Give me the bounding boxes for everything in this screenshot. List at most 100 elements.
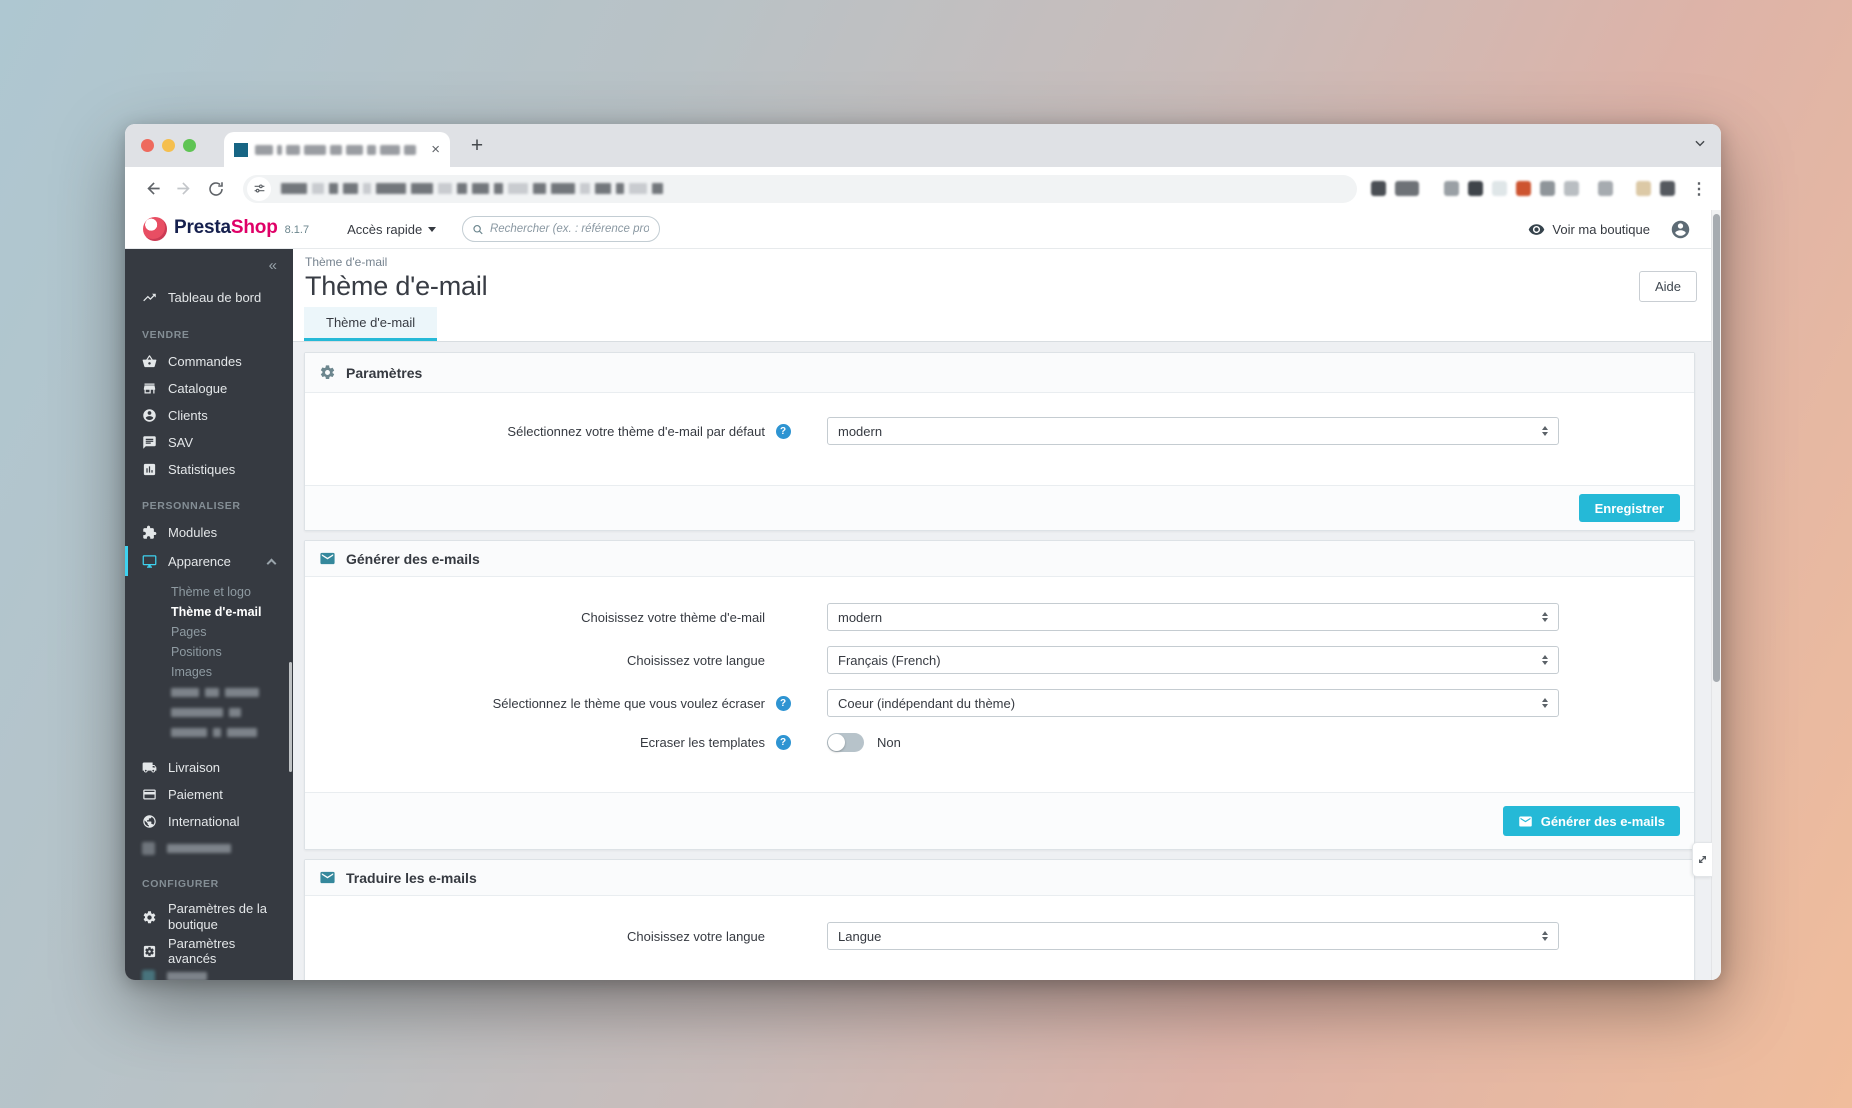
sidebar-item-appearance[interactable]: Apparence bbox=[125, 546, 293, 576]
url-bar[interactable] bbox=[243, 174, 1357, 203]
forward-icon[interactable] bbox=[171, 176, 197, 202]
close-window-button[interactable] bbox=[141, 139, 154, 152]
quick-access-label: Accès rapide bbox=[347, 221, 423, 237]
browser-window: × + ⋮ PrestaShop 8.1.7 Accès rapide Rech… bbox=[125, 124, 1721, 980]
puzzle-icon bbox=[143, 525, 157, 539]
gear-icon bbox=[320, 365, 335, 380]
sidebar-section-sell: VENDRE bbox=[142, 329, 190, 341]
select-caret-icon bbox=[1542, 698, 1548, 708]
choose-language-value: Français (French) bbox=[838, 652, 941, 668]
help-icon[interactable]: ? bbox=[775, 735, 791, 750]
redacted-subitem bbox=[125, 722, 293, 742]
view-shop-link[interactable]: Voir ma boutique bbox=[1528, 221, 1650, 238]
diagonal-resize-icon bbox=[1699, 856, 1706, 863]
sidebar-collapse-icon[interactable]: « bbox=[125, 249, 293, 276]
settings-panel: Paramètres Sélectionnez votre thème d'e-… bbox=[304, 352, 1695, 531]
sidebar-item-payment[interactable]: Paiement bbox=[125, 781, 293, 808]
sidebar-item-label: Paramètres avancés bbox=[168, 936, 236, 966]
sidebar-item-orders[interactable]: Commandes bbox=[125, 348, 293, 375]
mail-icon bbox=[1518, 816, 1532, 826]
sidebar-subitem-images[interactable]: Images bbox=[125, 662, 293, 682]
new-tab-button[interactable]: + bbox=[464, 133, 490, 159]
help-icon[interactable]: ? bbox=[775, 695, 791, 711]
chat-icon bbox=[143, 436, 156, 449]
sidebar-item-customers[interactable]: Clients bbox=[125, 402, 293, 429]
tab-email-theme[interactable]: Thème d'e-mail bbox=[304, 307, 438, 341]
page-scrollbar-thumb[interactable] bbox=[1713, 214, 1720, 682]
sidebar-item-stats[interactable]: Statistiques bbox=[125, 456, 293, 483]
sidebar-item-label: Catalogue bbox=[168, 381, 228, 396]
sidebar-item-international[interactable]: International bbox=[125, 808, 293, 835]
sidebar-subitem-positions[interactable]: Positions bbox=[125, 642, 293, 662]
page-title: Thème d'e-mail bbox=[305, 271, 488, 301]
save-button[interactable]: Enregistrer bbox=[1578, 494, 1680, 522]
browser-menu-icon[interactable]: ⋮ bbox=[1691, 179, 1707, 199]
browser-tab[interactable]: × bbox=[224, 132, 450, 167]
generate-emails-button[interactable]: Générer des e-mails bbox=[1502, 806, 1680, 836]
sidebar-item-label: Clients bbox=[168, 408, 208, 423]
back-icon[interactable] bbox=[139, 176, 165, 202]
sidebar-item-shipping[interactable]: Livraison bbox=[125, 754, 293, 781]
search-icon bbox=[473, 224, 483, 234]
globe-icon bbox=[143, 815, 156, 828]
default-theme-select[interactable]: modern bbox=[827, 417, 1559, 445]
sidebar: « Tableau de bord VENDRE Commandes Catal… bbox=[125, 249, 293, 980]
zoom-window-button[interactable] bbox=[183, 139, 196, 152]
generate-emails-panel: Générer des e-mails Choisissez votre thè… bbox=[304, 540, 1695, 850]
extension-icons[interactable] bbox=[1371, 181, 1675, 196]
sidebar-item-label: Commandes bbox=[168, 354, 242, 369]
sidebar-item-dashboard[interactable]: Tableau de bord bbox=[125, 282, 293, 312]
translate-panel-title: Traduire les e-mails bbox=[346, 869, 477, 886]
breadcrumb[interactable]: Thème d'e-mail bbox=[293, 249, 1721, 269]
admin-search-box[interactable] bbox=[462, 216, 661, 242]
settings-panel-header: Paramètres bbox=[305, 353, 1694, 393]
sidebar-item-shop-parameters[interactable]: Paramètres de la boutique bbox=[125, 897, 293, 938]
minimize-window-button[interactable] bbox=[162, 139, 175, 152]
help-icon[interactable]: ? bbox=[775, 423, 791, 439]
resize-handle[interactable] bbox=[1692, 842, 1712, 877]
choose-language-label: Choisissez votre langue bbox=[626, 652, 765, 668]
sidebar-item-label: Paramètres de la boutique bbox=[168, 901, 267, 933]
generate-emails-button-label: Générer des e-mails bbox=[1540, 813, 1665, 829]
select-caret-icon bbox=[1542, 655, 1548, 665]
sidebar-item-label: Tableau de bord bbox=[168, 289, 262, 305]
search-input[interactable] bbox=[489, 223, 650, 235]
translate-language-select[interactable]: Langue bbox=[827, 922, 1559, 950]
browser-tab-strip: × + bbox=[125, 124, 1721, 167]
tab-close-icon[interactable]: × bbox=[431, 142, 440, 157]
overwrite-theme-select[interactable]: Coeur (indépendant du thème) bbox=[827, 689, 1559, 717]
sidebar-item-customer-service[interactable]: SAV bbox=[125, 429, 293, 456]
sidebar-item-label: International bbox=[168, 814, 240, 829]
reload-icon[interactable] bbox=[203, 176, 229, 202]
mail-icon bbox=[320, 552, 335, 565]
sidebar-item-label: Livraison bbox=[168, 760, 221, 775]
version-label: 8.1.7 bbox=[284, 224, 310, 236]
overwrite-templates-toggle[interactable] bbox=[827, 733, 864, 752]
tab-search-chevron-icon[interactable] bbox=[1693, 136, 1707, 155]
sidebar-subitem-email-theme[interactable]: Thème d'e-mail bbox=[125, 602, 293, 622]
sidebar-item-modules[interactable]: Modules bbox=[125, 519, 293, 546]
generate-panel-footer: Générer des e-mails bbox=[305, 792, 1694, 849]
choose-language-select[interactable]: Français (French) bbox=[827, 646, 1559, 674]
prestashop-logo-icon bbox=[143, 217, 167, 241]
sidebar-subitem-pages[interactable]: Pages bbox=[125, 622, 293, 642]
quick-access-dropdown[interactable]: Accès rapide bbox=[347, 221, 437, 237]
site-settings-icon[interactable] bbox=[247, 176, 271, 201]
sidebar-scrollbar[interactable] bbox=[289, 662, 292, 772]
mail-icon bbox=[320, 871, 335, 884]
prestashop-header: PrestaShop 8.1.7 Accès rapide Voir ma bo… bbox=[125, 210, 1721, 249]
default-theme-value: modern bbox=[838, 423, 883, 439]
sidebar-item-catalog[interactable]: Catalogue bbox=[125, 375, 293, 402]
sidebar-item-label: Statistiques bbox=[168, 462, 236, 477]
page-scrollbar[interactable] bbox=[1711, 210, 1721, 980]
sidebar-subitem-theme-logo[interactable]: Thème et logo bbox=[125, 582, 293, 602]
choose-theme-select[interactable]: modern bbox=[827, 603, 1559, 631]
account-icon[interactable] bbox=[1670, 219, 1691, 240]
overwrite-theme-label: Sélectionnez le thème que vous voulez éc… bbox=[492, 695, 765, 711]
credit-card-icon bbox=[143, 789, 156, 800]
sidebar-item-advanced-parameters[interactable]: Paramètres avancés bbox=[125, 936, 293, 966]
help-button[interactable]: Aide bbox=[1638, 271, 1697, 302]
select-caret-icon bbox=[1542, 426, 1548, 436]
browser-toolbar: ⋮ bbox=[125, 167, 1721, 210]
settings-panel-footer: Enregistrer bbox=[305, 485, 1694, 530]
